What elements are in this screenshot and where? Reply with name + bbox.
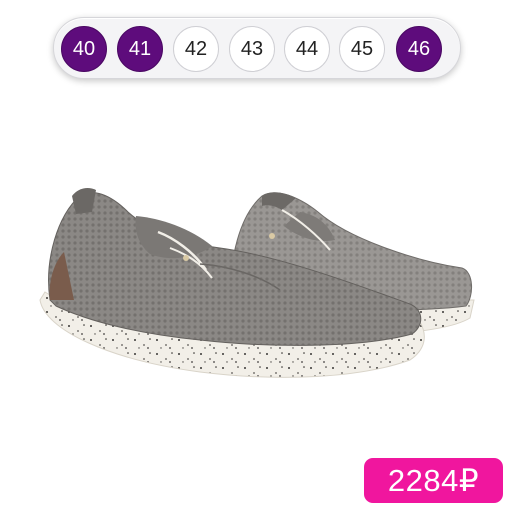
size-chip-42[interactable]: 42	[173, 26, 219, 72]
size-label: 45	[350, 37, 374, 60]
size-label: 42	[184, 37, 208, 60]
size-chip-41[interactable]: 41	[117, 26, 163, 72]
size-label: 46	[407, 37, 431, 60]
size-chip-45[interactable]: 45	[339, 26, 385, 72]
price-badge: 2284₽	[364, 458, 503, 503]
size-label: 41	[128, 37, 152, 60]
size-chip-43[interactable]: 43	[229, 26, 275, 72]
size-label: 44	[295, 37, 319, 60]
size-chip-40[interactable]: 40	[61, 26, 107, 72]
product-image	[39, 188, 475, 378]
price-label: 2284₽	[387, 462, 480, 498]
size-chip-46[interactable]: 46	[396, 26, 442, 72]
size-selector: 40 41 42 43 44 45 46	[53, 17, 461, 79]
size-chip-44[interactable]: 44	[284, 26, 330, 72]
size-label: 43	[240, 37, 264, 60]
size-label: 40	[72, 37, 96, 60]
